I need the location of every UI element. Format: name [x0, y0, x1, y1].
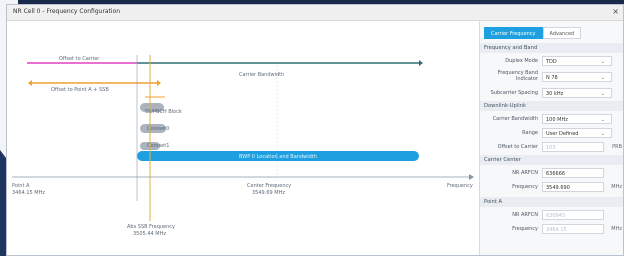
- coreset0-label: Coreset0: [147, 126, 170, 132]
- frequency-axis-label: Frequency: [447, 183, 473, 189]
- abs-ssb-value: 3505.44 MHz: [133, 231, 166, 237]
- tab-carrier-frequency[interactable]: Carrier Frequency: [484, 27, 543, 39]
- nrarfcn-row: NR ARFCN 636666: [480, 167, 623, 179]
- frequency-label: Frequency: [512, 184, 538, 190]
- chevron-down-icon: ⌄: [600, 131, 605, 137]
- carrier-bw-row: Carrier Bandwidth 100 MHz ⌄: [480, 113, 623, 125]
- carrier-bandwidth-arrow: [419, 60, 423, 66]
- duplex-mode-row: Duplex Mode TDD ⌄: [480, 55, 623, 67]
- subcarrier-value: 30 kHz: [546, 91, 564, 97]
- chevron-down-icon: ⌄: [600, 117, 605, 123]
- freq-band-select[interactable]: N 78 ⌄: [542, 72, 612, 82]
- window-title: NR Cell 0 - Frequency Configuration: [13, 8, 121, 15]
- settings-panel: Carrier Frequency Advanced Frequency and…: [479, 21, 623, 255]
- section-carrier-center: Carrier Center: [480, 155, 623, 165]
- offset-point-a-arrow-right: [157, 80, 161, 86]
- frequency-row: Frequency 3549.690 MHz: [480, 181, 623, 193]
- offset-point-a-label: Offset to Point A + SSB: [51, 87, 109, 93]
- carrier-bw-label: Carrier Bandwidth: [492, 116, 538, 122]
- range-select[interactable]: User Defined ⌄: [542, 128, 612, 138]
- freq-band-label: Frequency Band Indicator: [497, 70, 538, 82]
- center-freq-label: Center Frequency: [247, 183, 292, 189]
- subcarrier-row: Subcarrier Spacing 30 kHz ⌄: [480, 87, 623, 99]
- chevron-down-icon: ⌄: [600, 59, 605, 65]
- range-value: User Defined: [546, 131, 579, 137]
- panel-tabs: Carrier Frequency Advanced: [484, 27, 582, 39]
- nrarfcn-label: NR ARFCN: [512, 170, 538, 176]
- subcarrier-label: Subcarrier Spacing: [490, 90, 538, 96]
- section-downlink-uplink: Downlink-Uplink: [480, 101, 623, 111]
- title-bar: NR Cell 0 - Frequency Configuration ×: [7, 5, 623, 21]
- pa-nrarfcn-row: NR ARFCN 630943: [480, 209, 623, 221]
- range-label: Range: [522, 130, 538, 136]
- pa-frequency-input[interactable]: 3464.15: [542, 224, 604, 234]
- close-icon[interactable]: ×: [612, 7, 619, 16]
- bwp-label: BWP 0 Location and Bandwidth: [239, 154, 317, 160]
- nrarfcn-input[interactable]: 636666: [542, 168, 604, 178]
- section-frequency-band: Frequency and Band: [480, 43, 623, 53]
- pa-nrarfcn-input[interactable]: 630943: [542, 210, 604, 220]
- point-a-label: Point A: [12, 183, 30, 189]
- frequency-diagram: Offset to Carrier Carrier Bandwidth Offs…: [7, 21, 477, 255]
- offset-input[interactable]: 103: [542, 142, 604, 152]
- duplex-mode-select[interactable]: TDD ⌄: [542, 56, 612, 66]
- chevron-down-icon: ⌄: [600, 91, 605, 97]
- freq-band-value: N 78: [546, 75, 558, 81]
- pa-frequency-unit: MHz: [611, 226, 622, 232]
- center-freq-value: 3549.69 MHz: [252, 190, 285, 196]
- duplex-mode-value: TDD: [546, 59, 557, 65]
- subcarrier-select[interactable]: 30 kHz ⌄: [542, 88, 612, 98]
- frequency-unit: MHz: [611, 184, 622, 190]
- duplex-mode-label: Duplex Mode: [505, 58, 538, 64]
- abs-ssb-label: Abs SSB Frequency: [127, 224, 175, 230]
- tab-advanced[interactable]: Advanced: [542, 27, 582, 39]
- frequency-input[interactable]: 3549.690: [542, 182, 604, 192]
- coreset1-label: Coreset1: [147, 143, 170, 149]
- frequency-axis-arrow: [469, 174, 474, 180]
- range-row: Range User Defined ⌄: [480, 127, 623, 139]
- pa-frequency-label: Frequency: [512, 226, 538, 232]
- carrier-bw-select[interactable]: 100 MHz ⌄: [542, 114, 612, 124]
- offset-label: Offset to Carrier: [497, 144, 538, 150]
- offset-row: Offset to Carrier 103 PRB: [480, 141, 623, 153]
- freq-band-row: Frequency Band Indicator N 78 ⌄: [480, 69, 623, 85]
- pa-nrarfcn-label: NR ARFCN: [512, 212, 538, 218]
- carrier-bandwidth-label: Carrier Bandwidth: [239, 72, 285, 78]
- frequency-config-window: NR Cell 0 - Frequency Configuration × Of…: [6, 4, 624, 256]
- point-a-freq: 3464.15 MHz: [12, 190, 45, 196]
- ss-pbch-label: SS/PBCH Block: [145, 109, 182, 115]
- offset-point-a-arrow-left: [28, 80, 32, 86]
- offset-to-carrier-label: Offset to Carrier: [59, 56, 100, 62]
- offset-unit: PRB: [612, 144, 622, 150]
- chevron-down-icon: ⌄: [600, 75, 605, 81]
- section-point-a: Point A: [480, 197, 623, 207]
- pa-frequency-row: Frequency 3464.15 MHz: [480, 223, 623, 235]
- carrier-bw-value: 100 MHz: [546, 117, 568, 123]
